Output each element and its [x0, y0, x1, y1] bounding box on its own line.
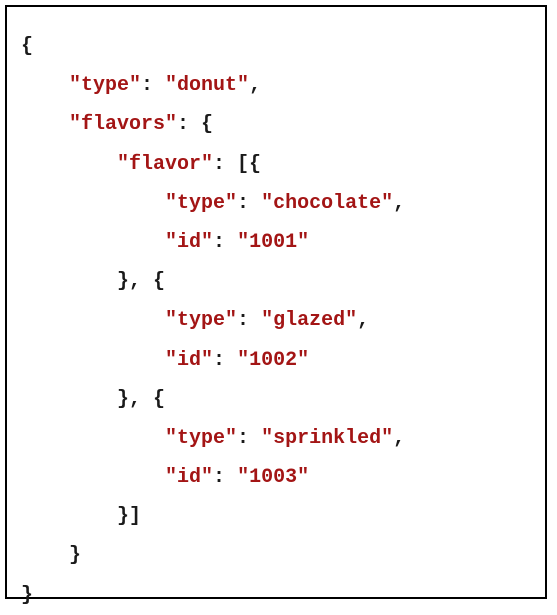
json-string-value: "1002" — [237, 348, 310, 372]
code-punctuation: , — [249, 74, 262, 98]
code-punctuation: : — [213, 466, 238, 490]
json-string-value: "glazed" — [261, 309, 358, 333]
code-line: }, { — [21, 380, 405, 419]
code-line: "flavors": { — [21, 105, 405, 144]
code-line: "id": "1003" — [21, 458, 405, 497]
code-punctuation: { — [21, 35, 34, 58]
code-punctuation: : — [213, 230, 238, 254]
code-line: "id": "1001" — [21, 223, 405, 262]
json-key: "id" — [165, 230, 214, 254]
json-key: "id" — [165, 348, 214, 372]
code-line: "id": "1002" — [21, 341, 405, 380]
code-frame: { "type": "donut", "flavors": { "flavor"… — [5, 5, 547, 607]
code-line: }] — [21, 497, 405, 536]
code-punctuation: : — [237, 426, 262, 450]
json-key: "id" — [165, 466, 214, 490]
code-line: } — [21, 536, 405, 575]
code-line: } — [21, 576, 405, 615]
code-punctuation: : — [213, 348, 238, 372]
code-line: { — [21, 27, 405, 66]
code-punctuation: : [{ — [213, 152, 262, 176]
code-punctuation: : — [141, 74, 166, 98]
code-punctuation: , — [357, 309, 370, 333]
json-string-value: "donut" — [165, 74, 250, 98]
code-punctuation: , — [393, 191, 406, 215]
code-line: "type": "chocolate", — [21, 184, 405, 223]
json-code-block: { "type": "donut", "flavors": { "flavor"… — [21, 27, 405, 615]
code-punctuation: : — [237, 191, 262, 215]
json-key: "type" — [165, 309, 238, 333]
code-line: "type": "donut", — [21, 66, 405, 105]
json-key: "flavors" — [69, 113, 178, 137]
json-key: "type" — [165, 426, 238, 450]
json-key: "type" — [165, 191, 238, 215]
code-punctuation: : { — [177, 113, 214, 137]
json-string-value: "sprinkled" — [261, 426, 394, 450]
code-line: "type": "glazed", — [21, 301, 405, 340]
code-punctuation: : — [237, 309, 262, 333]
json-string-value: "chocolate" — [261, 191, 394, 215]
json-key: "type" — [69, 74, 142, 98]
json-string-value: "1003" — [237, 466, 310, 490]
code-punctuation: }, { — [117, 270, 166, 294]
code-punctuation: }, { — [117, 387, 166, 411]
code-punctuation: , — [393, 426, 406, 450]
code-line: "flavor": [{ — [21, 145, 405, 184]
code-punctuation: } — [21, 583, 34, 607]
code-line: }, { — [21, 262, 405, 301]
json-key: "flavor" — [117, 152, 214, 176]
code-punctuation: }] — [117, 505, 142, 529]
code-punctuation: } — [69, 544, 82, 568]
json-string-value: "1001" — [237, 230, 310, 254]
code-line: "type": "sprinkled", — [21, 419, 405, 458]
